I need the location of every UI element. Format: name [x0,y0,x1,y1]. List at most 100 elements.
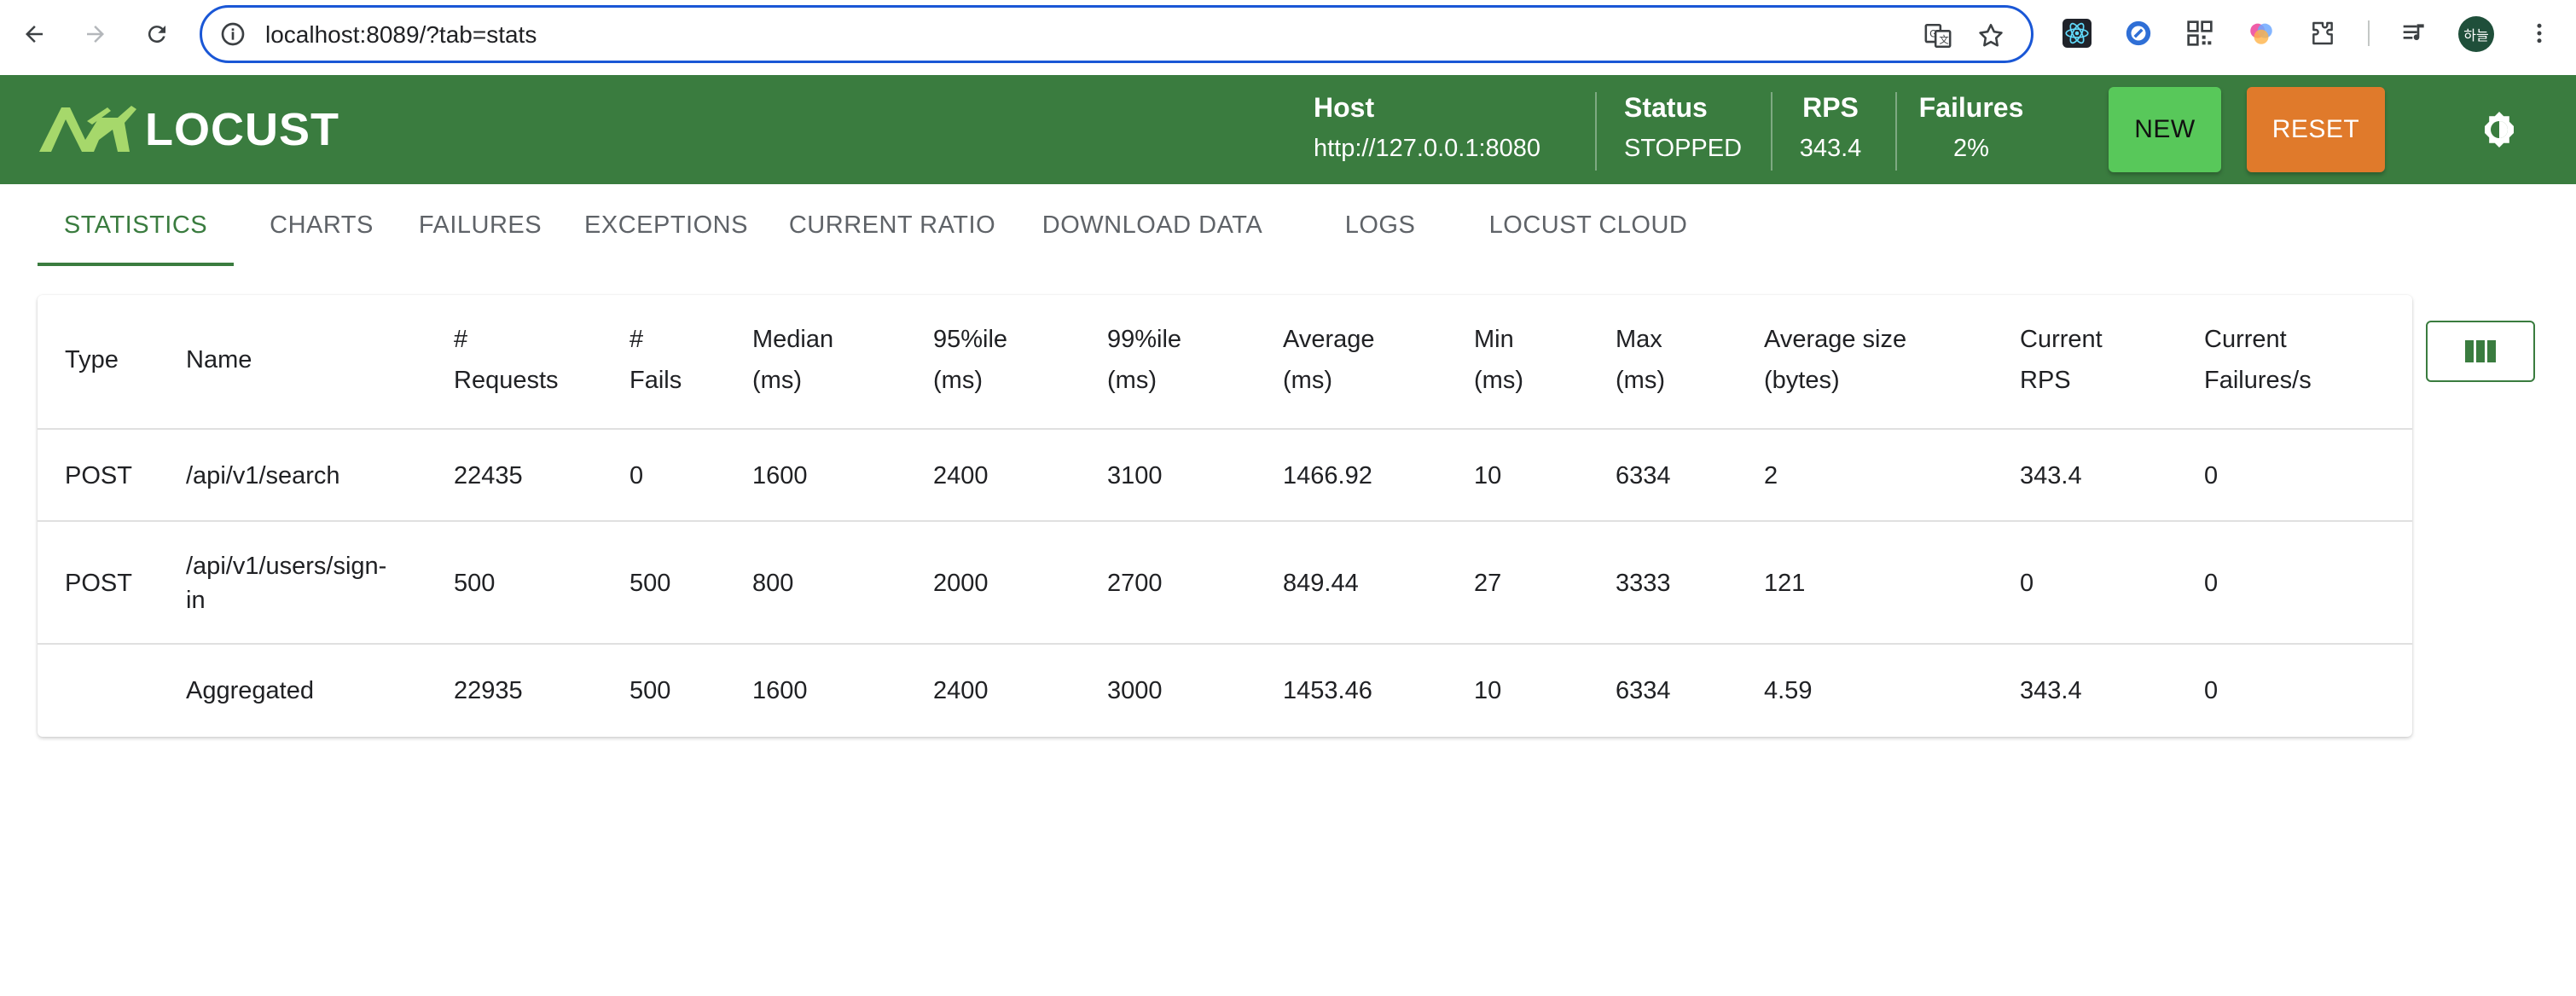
column-header-current-failures[interactable]: Current Failures/s [2204,319,2312,401]
color-picker-extension[interactable] [2245,17,2277,49]
tab-charts[interactable]: CHARTS [258,184,386,266]
cell-99: 3000 [1107,677,1163,704]
cell-current-failures: 0 [2204,462,2219,489]
cell-requests: 22435 [454,462,523,489]
header-line: Fails [629,367,682,394]
column-selector-button[interactable] [2426,321,2535,382]
tab-locust-cloud[interactable]: LOCUST CLOUD [1484,184,1692,266]
locust-logo-icon[interactable] [36,101,138,155]
cell-name: /api/v1/users/sign- in [186,553,387,614]
cell-max: 3333 [1616,570,1671,597]
column-header-name[interactable]: Name [186,339,252,380]
forward-button[interactable] [77,15,114,53]
cell-current-failures: 0 [2204,570,2219,597]
failures-value: 2% [1953,135,1989,162]
column-header-99-percentile[interactable]: 99%ile (ms) [1107,319,1181,401]
tab-exceptions[interactable]: EXCEPTIONS [577,184,756,266]
cell-average: 1453.46 [1283,677,1372,704]
cell-type: POST [65,462,132,489]
svg-text:G: G [1929,27,1937,39]
new-test-button[interactable]: NEW [2109,87,2221,172]
cell-current-rps: 343.4 [2020,462,2082,489]
tab-current-ratio[interactable]: CURRENT RATIO [780,184,1005,266]
column-header-median[interactable]: Median (ms) [752,319,833,401]
extensions-menu-button[interactable] [2306,17,2339,49]
tab-failures[interactable]: FAILURES [408,184,553,266]
tab-statistics[interactable]: STATISTICS [38,184,234,266]
cell-average-size: 121 [1764,570,1806,597]
cell-current-rps: 0 [2020,570,2034,597]
header-line: RPS [2020,367,2071,394]
header-line: Type [65,346,119,374]
column-header-current-rps[interactable]: Current RPS [2020,319,2103,401]
tab-download-data[interactable]: DOWNLOAD DATA [1029,184,1276,266]
translate-icon[interactable]: G文 [1923,21,1952,50]
profile-avatar[interactable]: 하늘 [2458,16,2494,52]
svg-text:文: 文 [1939,34,1948,46]
status-value: STOPPED [1624,135,1743,162]
cell-95: 2400 [933,677,989,704]
failures-stat: Failures 2% [1916,90,2027,165]
more-vertical-icon [2537,23,2542,43]
cell-median: 800 [752,570,794,597]
row-divider [38,428,2412,430]
column-header-max[interactable]: Max (ms) [1616,319,1665,401]
reload-icon [148,26,165,43]
back-button[interactable] [15,15,53,53]
address-bar[interactable]: localhost:8089/?tab=stats G文 [200,5,2034,63]
cell-current-failures: 0 [2204,677,2219,704]
blue-circle-extension[interactable] [2122,17,2155,49]
url-text[interactable]: localhost:8089/?tab=stats [265,20,537,50]
app-header: LOCUST Host http://127.0.0.1:8080 Status… [0,75,2576,184]
status-label: Status [1624,92,1708,123]
column-header-fails[interactable]: # Fails [629,319,682,401]
cell-average: 1466.92 [1283,462,1372,489]
header-line: (ms) [1283,367,1332,394]
header-line: (bytes) [1764,367,1840,394]
cell-average-size: 2 [1764,462,1778,489]
reset-stats-button[interactable]: RESET [2247,87,2385,172]
cell-requests: 22935 [454,677,523,704]
cell-fails: 500 [629,570,671,597]
browser-toolbar: localhost:8089/?tab=stats G文 하늘 [0,0,2576,75]
rps-value: 343.4 [1799,135,1862,162]
header-line: Requests [454,367,559,394]
header-line: (ms) [752,367,802,394]
theme-toggle-icon[interactable] [2479,109,2520,150]
site-info-icon[interactable] [219,20,247,48]
browser-menu-button[interactable] [2523,17,2556,49]
header-line: 95%ile [933,326,1008,353]
cell-requests: 500 [454,570,496,597]
column-header-requests[interactable]: # Requests [454,319,559,401]
rps-label: RPS [1802,92,1859,123]
column-header-95-percentile[interactable]: 95%ile (ms) [933,319,1007,401]
cell-99: 3100 [1107,462,1163,489]
stat-divider [1595,92,1597,171]
react-icon [2063,19,2092,48]
column-header-average[interactable]: Average (ms) [1283,319,1375,401]
header-line: # [454,326,468,353]
cell-min: 10 [1474,677,1502,704]
brand-name: LOCUST [145,104,339,155]
cell-99: 2700 [1107,570,1163,597]
host-value: http://127.0.0.1:8080 [1314,135,1541,162]
header-line: Average size [1764,326,1907,353]
bookmark-star-icon[interactable] [1976,21,2005,50]
header-line: 99%ile [1107,326,1182,353]
header-line: # [629,326,644,353]
column-header-min[interactable]: Min (ms) [1474,319,1523,401]
cell-max: 6334 [1616,462,1671,489]
tab-logs[interactable]: LOGS [1337,184,1423,266]
cell-type: POST [65,570,132,597]
header-line: (ms) [933,367,983,394]
palette-icon [2250,23,2272,44]
header-line: Max [1616,326,1662,353]
media-controls-button[interactable] [2399,17,2431,49]
qr-code-extension[interactable] [2184,17,2216,49]
cell-name: /api/v1/search [186,462,340,489]
column-header-average-size[interactable]: Average size (bytes) [1764,319,1906,401]
reload-button[interactable] [138,15,176,53]
react-devtools-extension[interactable] [2061,17,2093,49]
header-line: Min [1474,326,1514,353]
column-header-type[interactable]: Type [65,339,119,380]
